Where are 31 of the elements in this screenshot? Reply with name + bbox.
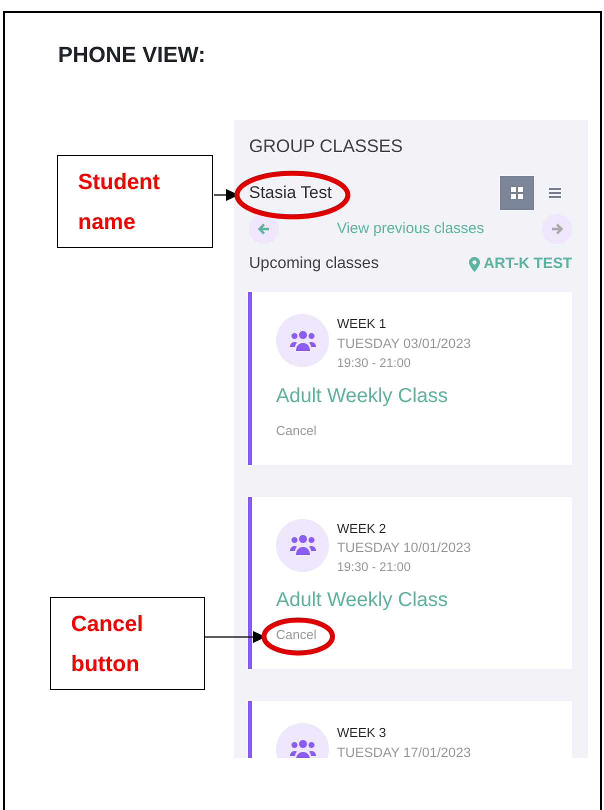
class-date: TUESDAY 03/01/2023 — [337, 334, 471, 352]
view-previous-link[interactable]: View previous classes — [336, 218, 484, 240]
class-date: TUESDAY 17/01/2023 — [337, 744, 471, 758]
right-arrow-icon — [550, 223, 563, 235]
grid-icon — [511, 187, 523, 199]
class-name: Adult Weekly Class — [276, 384, 449, 408]
people-icon — [290, 330, 316, 352]
class-date: TUESDAY 10/01/2023 — [337, 539, 471, 557]
week-label: WEEK 2 — [337, 520, 388, 538]
people-icon — [290, 738, 316, 758]
page-heading: PHONE VIEW: — [58, 41, 206, 69]
people-icon — [290, 534, 316, 556]
student-name: Stasia Test — [249, 182, 332, 204]
list-icon — [549, 188, 561, 198]
left-arrow-icon — [258, 223, 270, 235]
grid-view-button[interactable] — [500, 176, 534, 210]
section-label: Upcoming classes — [249, 254, 379, 274]
class-time: 19:30 - 21:00 — [337, 559, 412, 576]
next-button[interactable] — [542, 214, 572, 244]
class-name: Adult Weekly Class — [276, 588, 449, 613]
week-label: WEEK 3 — [337, 724, 388, 742]
week-label: WEEK 1 — [337, 315, 388, 333]
cancel-link[interactable]: Cancel — [276, 627, 316, 642]
previous-button[interactable] — [249, 214, 279, 244]
cancel-link[interactable]: Cancel — [276, 422, 316, 438]
callout-box: Cancel button — [50, 597, 205, 690]
callout-box: Student name — [57, 155, 213, 248]
location-label: ART-K TEST — [484, 254, 572, 274]
class-time: 19:30 - 21:00 — [337, 354, 412, 372]
screen-title: GROUP CLASSES — [249, 135, 404, 158]
location-pin-icon — [468, 256, 480, 272]
